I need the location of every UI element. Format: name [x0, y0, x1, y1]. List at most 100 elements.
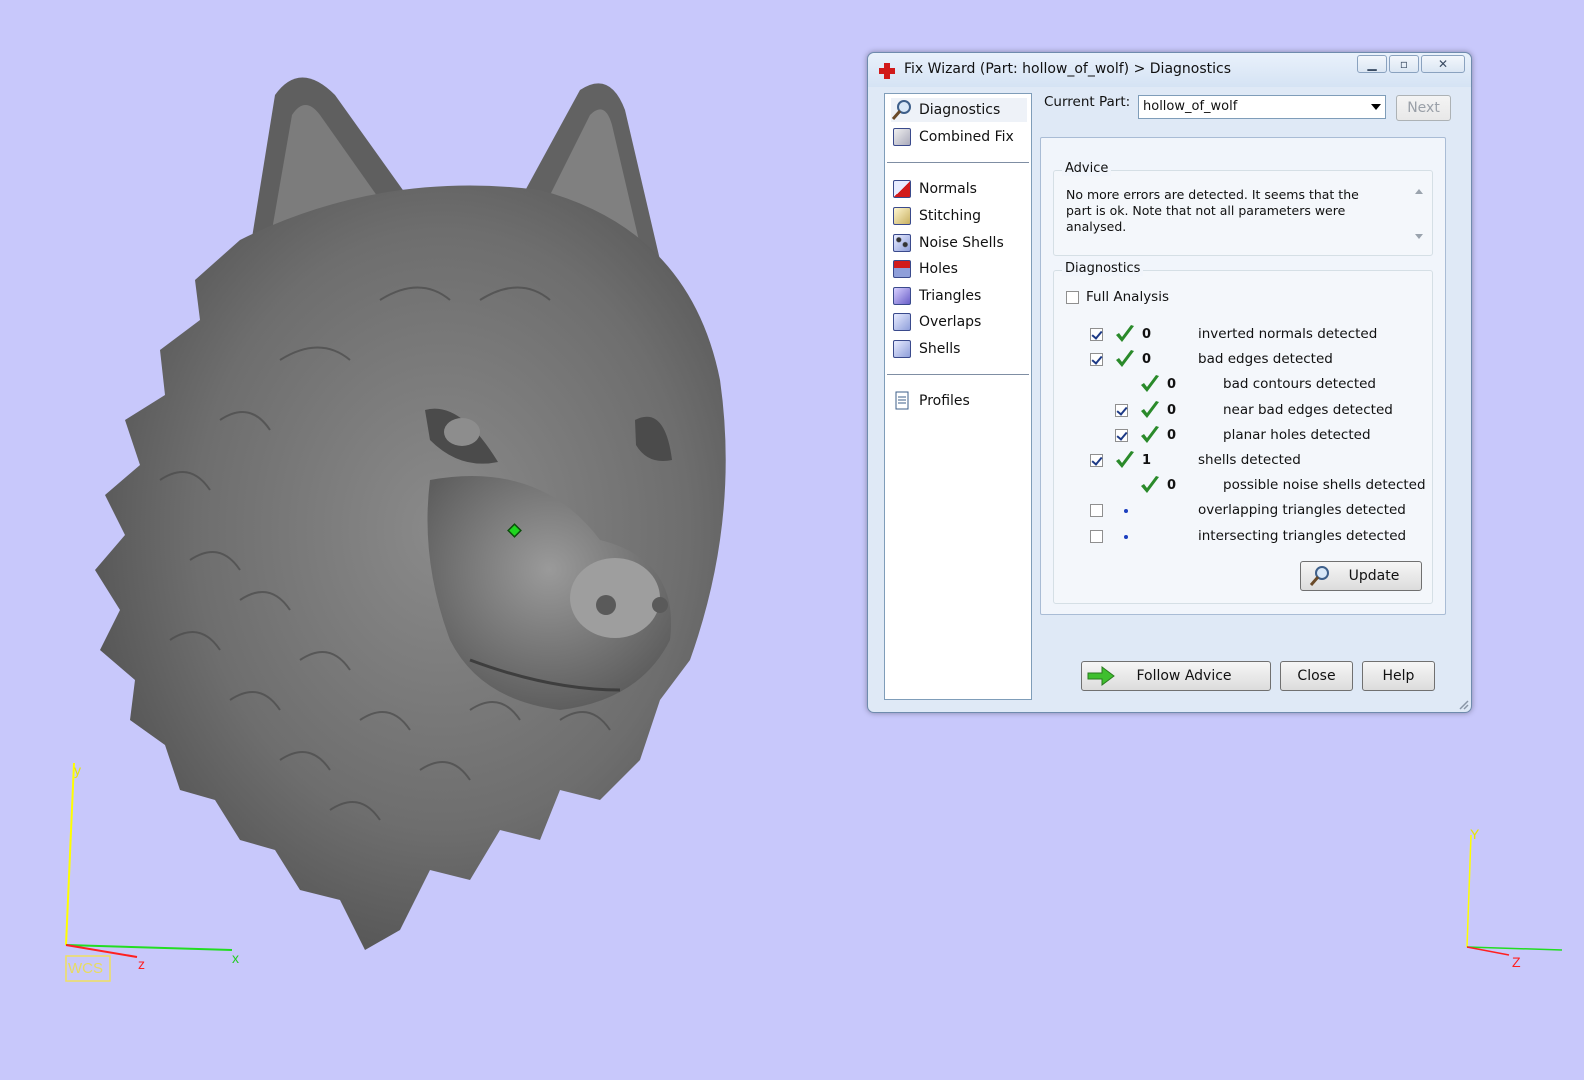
diagnostic-row-checkbox[interactable]: [1090, 328, 1103, 341]
diagnostic-row-checkbox[interactable]: [1090, 504, 1103, 518]
nav-item-profiles[interactable]: Profiles: [891, 389, 970, 413]
update-label: Update: [1348, 568, 1400, 584]
overlaps-cube-icon: [891, 311, 913, 333]
diagnostic-count: 0: [1167, 377, 1177, 393]
diagnostic-row-checkbox[interactable]: [1115, 428, 1128, 442]
diagnostic-label: near bad edges detected: [1223, 401, 1393, 418]
triangles-cube-icon: [891, 285, 913, 307]
combined-fix-icon: [891, 126, 913, 148]
nav-item-stitching[interactable]: Stitching: [891, 204, 981, 228]
nav-item-label: Holes: [919, 261, 958, 277]
axis-y-label-right: Y: [1470, 826, 1480, 842]
normals-cube-icon: [891, 178, 913, 200]
diagnostic-count: 0: [1167, 402, 1177, 418]
nav-item-noise-shells[interactable]: Noise Shells: [891, 231, 1004, 255]
axis-z-label: z: [138, 956, 145, 972]
follow-advice-label: Follow Advice: [1136, 668, 1232, 684]
diagnostic-label: bad edges detected: [1198, 351, 1333, 368]
check-mark-icon: [1141, 425, 1159, 443]
nav-separator: [887, 162, 1029, 163]
close-button[interactable]: Close: [1280, 661, 1353, 691]
green-arrow-icon: [1087, 666, 1115, 686]
maximize-icon: ▫: [1399, 57, 1409, 71]
nav-item-shells[interactable]: Shells: [891, 337, 960, 361]
diagnostic-row-checkbox[interactable]: [1090, 454, 1103, 467]
check-mark-icon: [1116, 350, 1134, 368]
dialog-title: Fix Wizard (Part: hollow_of_wolf) > Diag…: [904, 61, 1232, 77]
axis-z-label-right: Z: [1512, 954, 1521, 970]
check-mark-icon: [1141, 375, 1159, 393]
nav-item-label: Normals: [919, 181, 977, 197]
nav-separator: [887, 374, 1029, 375]
view-axes-indicator: [1466, 834, 1563, 956]
diagnostic-label: intersecting triangles detected: [1198, 527, 1407, 544]
nav-item-label: Profiles: [919, 393, 970, 409]
diagnostic-count: 1: [1142, 453, 1152, 468]
diagnostics-group: Diagnostics Full Analysis 0 inverted norm…: [1053, 261, 1433, 604]
check-mark-icon: [1141, 476, 1159, 494]
nav-item-normals[interactable]: Normals: [891, 177, 977, 201]
current-part-label: Current Part:: [1044, 94, 1131, 110]
follow-advice-button[interactable]: Follow Advice: [1081, 661, 1271, 691]
current-part-select[interactable]: hollow_of_wolf: [1138, 95, 1386, 119]
diagnostic-row-checkbox[interactable]: [1090, 353, 1103, 367]
diagnostic-label: bad contours detected: [1223, 376, 1376, 393]
diagnostics-panel: Advice No more errors are detected. It s…: [1040, 137, 1446, 615]
advice-title: Advice: [1062, 161, 1112, 176]
nav-item-label: Shells: [919, 341, 961, 357]
minimize-button[interactable]: ▁: [1357, 55, 1387, 73]
maximize-button[interactable]: ▫: [1389, 55, 1419, 73]
current-part-value: hollow_of_wolf: [1143, 99, 1238, 114]
magnifier-icon: [1309, 566, 1329, 586]
fix-wizard-dialog: Fix Wizard (Part: hollow_of_wolf) > Diag…: [867, 52, 1472, 713]
diagnostic-label: shells detected: [1198, 452, 1301, 468]
axis-x-label: x: [232, 950, 239, 966]
nav-item-label: Combined Fix: [919, 129, 1014, 145]
red-cross-icon: [879, 63, 895, 79]
full-analysis-label: Full Analysis: [1086, 289, 1169, 305]
diagnostic-label: overlapping triangles detected: [1198, 502, 1406, 519]
close-icon: ✕: [1437, 57, 1449, 71]
full-analysis-checkbox[interactable]: [1066, 291, 1079, 304]
nav-item-label: Stitching: [919, 208, 981, 224]
diagnostics-title: Diagnostics: [1062, 261, 1144, 276]
diagnostic-label: possible noise shells detected: [1223, 477, 1426, 494]
diagnostic-row-checkbox[interactable]: [1090, 529, 1103, 543]
update-button[interactable]: Update: [1300, 561, 1422, 591]
diagnostic-label: planar holes detected: [1223, 426, 1371, 443]
next-button[interactable]: Next: [1396, 95, 1451, 121]
minimize-icon: ▁: [1367, 57, 1377, 71]
wizard-nav: Diagnostics Combined Fix Normals Stitchi…: [884, 93, 1032, 700]
nav-item-diagnostics[interactable]: Diagnostics: [891, 98, 1027, 122]
close-window-button[interactable]: ✕: [1421, 55, 1465, 73]
pending-dot-icon: [1124, 534, 1128, 539]
check-mark-icon: [1116, 451, 1134, 468]
wcs-label: WCS: [68, 960, 103, 977]
noise-shells-icon: [891, 232, 913, 254]
profile-document-icon: [891, 390, 913, 412]
help-button[interactable]: Help: [1362, 661, 1435, 691]
scroll-down-icon[interactable]: [1415, 234, 1423, 239]
diagnostic-count: 0: [1142, 352, 1152, 368]
nav-item-holes[interactable]: Holes: [891, 257, 958, 281]
resize-grip-icon[interactable]: [1457, 698, 1469, 710]
advice-group: Advice No more errors are detected. It s…: [1053, 161, 1433, 256]
stitching-cube-icon: [891, 205, 913, 227]
pending-dot-icon: [1124, 509, 1128, 514]
diagnostic-label: inverted normals detected: [1198, 326, 1378, 342]
nav-item-overlaps[interactable]: Overlaps: [891, 310, 981, 334]
nav-item-combined-fix[interactable]: Combined Fix: [891, 125, 1014, 149]
advice-scrollbar[interactable]: [1412, 185, 1428, 243]
holes-cube-icon: [891, 258, 913, 280]
diagnostic-count: 0: [1142, 327, 1152, 342]
nav-item-triangles[interactable]: Triangles: [891, 284, 981, 308]
check-mark-icon: [1116, 325, 1134, 342]
check-mark-icon: [1141, 400, 1159, 418]
magnifier-icon: [891, 99, 913, 121]
axis-y-label: y: [74, 762, 81, 778]
nav-item-label: Diagnostics: [919, 102, 1001, 118]
shells-cube-icon: [891, 338, 913, 360]
diagnostic-row-checkbox[interactable]: [1115, 403, 1128, 417]
scroll-up-icon[interactable]: [1415, 189, 1423, 194]
dialog-titlebar[interactable]: Fix Wizard (Part: hollow_of_wolf) > Diag…: [868, 53, 1471, 87]
